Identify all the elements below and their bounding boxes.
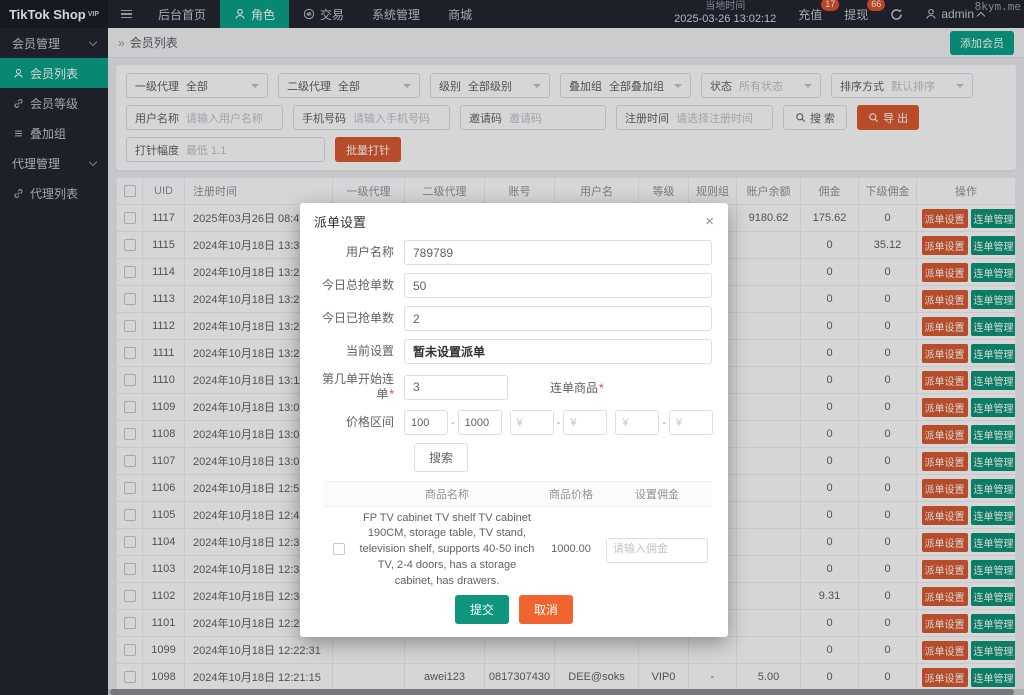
commission-input[interactable]: 请输入佣金 xyxy=(606,537,708,563)
product-checkbox-cell xyxy=(324,506,354,586)
cancel-button[interactable]: 取消 xyxy=(519,595,574,624)
product-commission-cell: 请输入佣金 xyxy=(602,506,712,586)
modal-field-row: 用户名称 789789 xyxy=(316,240,712,265)
start-order-row: 第几单开始连单* 3 连单商品* xyxy=(316,372,712,402)
modal-field-label: 今日总抢单数 xyxy=(321,278,394,292)
product-table: 商品名称 商品价格 设置佣金 FP TV cabinet TV shelf TV c… xyxy=(324,482,712,586)
product-table-wrap: 商品名称 商品价格 设置佣金 FP TV cabinet TV shelf TV c… xyxy=(324,481,712,586)
product-table-body: FP TV cabinet TV shelf TV cabinet 190CM,… xyxy=(324,506,712,586)
submit-button[interactable]: 提交 xyxy=(454,595,509,624)
close-icon[interactable]: × xyxy=(705,214,714,229)
start-order-input[interactable]: 3 xyxy=(404,374,508,400)
price-separator: - xyxy=(451,416,455,429)
modal-body: 用户名称 789789 今日总抢单数 50 今日已抢单数 2 当前设置 暂未设置派单 第几单开… xyxy=(300,238,728,586)
username-field[interactable]: 789789 xyxy=(404,240,712,265)
product-header-checkbox xyxy=(324,482,354,507)
modal-fields: 用户名称 789789 今日总抢单数 50 今日已抢单数 2 当前设置 暂未设置派单 xyxy=(316,240,712,364)
required-mark: * xyxy=(599,380,604,395)
modal-field-row: 今日已抢单数 2 xyxy=(316,306,712,331)
product-column-header: 设置佣金 xyxy=(602,482,712,507)
price-range-row: 价格区间 100-1000 ¥ - ¥ ¥ - ¥ xyxy=(316,410,714,435)
product-name: FP TV cabinet TV shelf TV cabinet 190CM,… xyxy=(354,506,540,586)
price-input-4[interactable]: ¥ xyxy=(563,410,608,435)
modal-footer: 提交 取消 xyxy=(300,586,728,637)
product-checkbox[interactable] xyxy=(333,543,345,556)
price-input-1[interactable]: 100 xyxy=(404,410,448,435)
required-mark: * xyxy=(389,387,394,401)
today-total-orders-field[interactable]: 50 xyxy=(404,273,712,298)
modal-search-button[interactable]: 搜索 xyxy=(414,443,469,472)
current-setting-field[interactable]: 暂未设置派单 xyxy=(404,339,712,364)
modal-field-row: 当前设置 暂未设置派单 xyxy=(316,339,712,364)
modal-title: 派单设置 xyxy=(314,215,367,230)
price-range-label: 价格区间 xyxy=(345,415,394,429)
modal-field-row: 今日总抢单数 50 xyxy=(316,273,712,298)
today-grabbed-orders-field[interactable]: 2 xyxy=(404,306,712,331)
dispatch-settings-modal: 派单设置 × 用户名称 789789 今日总抢单数 50 今日已抢单数 2 当前设置 暂未设置… xyxy=(300,203,728,637)
modal-field-label: 用户名称 xyxy=(345,245,394,259)
price-input-2[interactable]: 1000 xyxy=(457,410,502,435)
combo-goods-label: 连单商品* xyxy=(550,380,604,395)
modal-header: 派单设置 × xyxy=(300,203,728,238)
product-column-header: 商品名称 xyxy=(354,482,540,507)
price-separator: - xyxy=(662,416,667,429)
price-input-5[interactable]: ¥ xyxy=(615,410,660,435)
modal-field-label: 当前设置 xyxy=(345,344,394,358)
product-price: 1000.00 xyxy=(540,506,602,586)
modal-field-label: 今日已抢单数 xyxy=(321,311,394,325)
product-column-header: 商品价格 xyxy=(540,482,602,507)
price-input-3[interactable]: ¥ xyxy=(509,410,554,435)
product-table-header: 商品名称 商品价格 设置佣金 xyxy=(324,482,712,507)
start-order-label: 第几单开始连单* xyxy=(321,372,394,401)
price-input-6[interactable]: ¥ xyxy=(669,410,714,435)
product-row: FP TV cabinet TV shelf TV cabinet 190CM,… xyxy=(324,506,712,586)
price-separator: - xyxy=(556,416,561,429)
